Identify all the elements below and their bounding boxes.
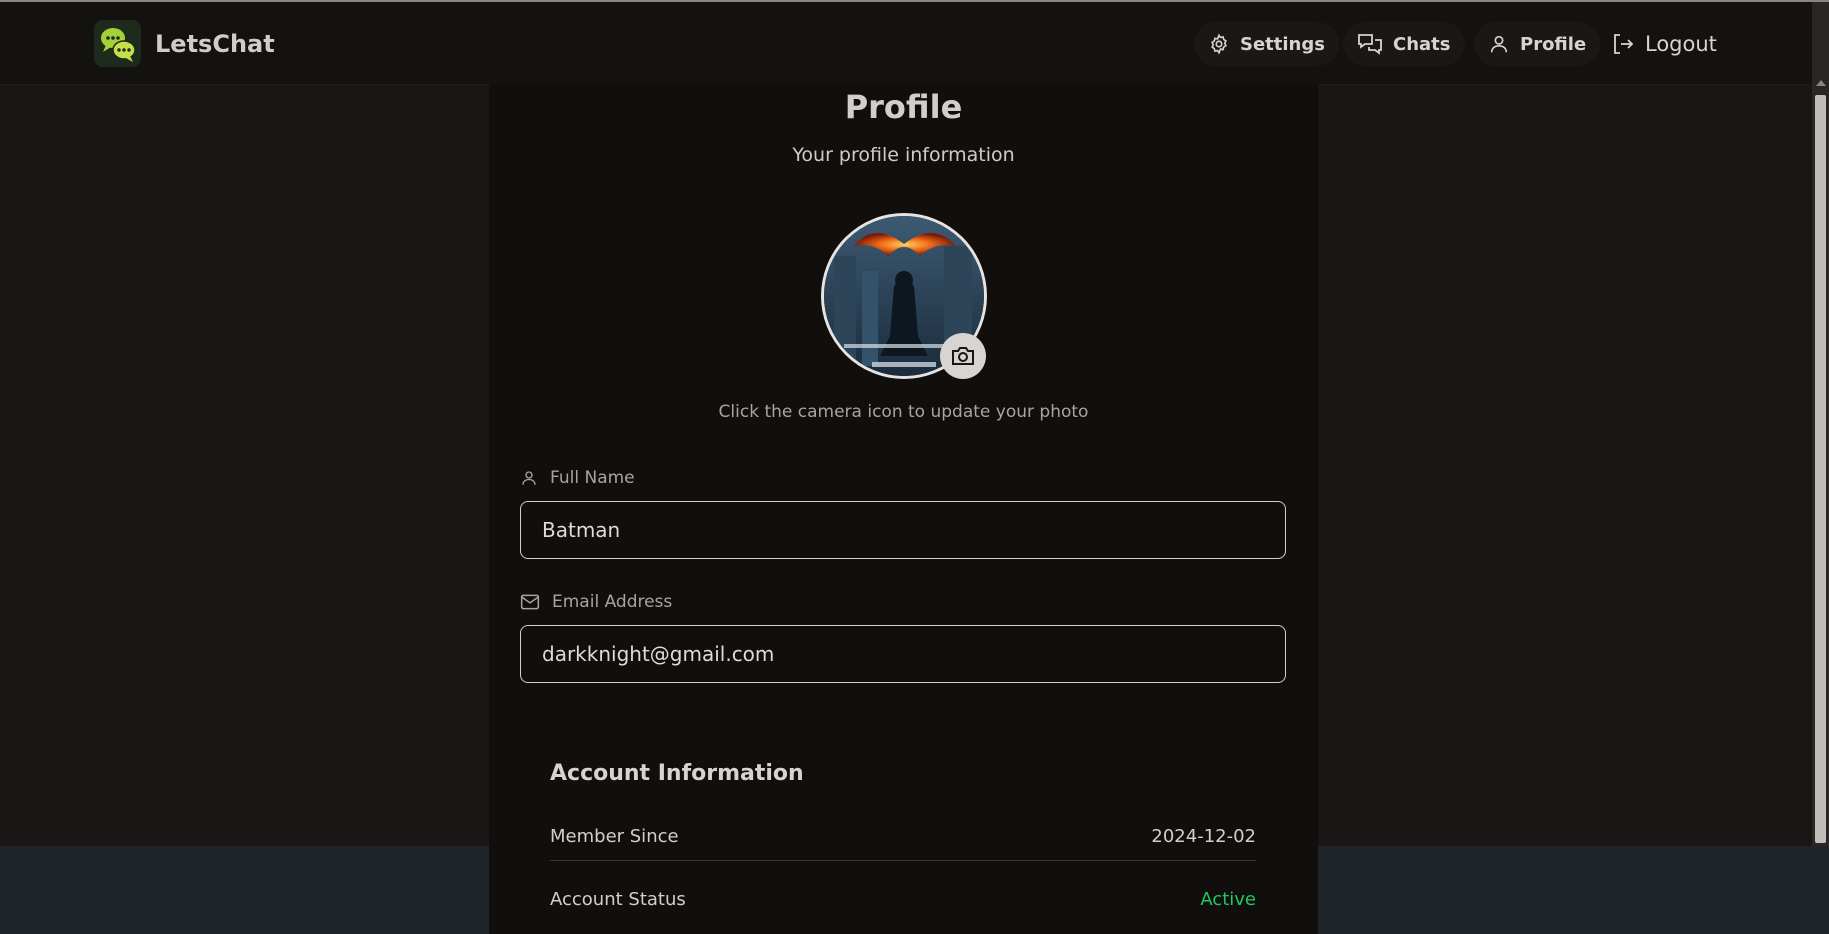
nav-settings-button[interactable]: Settings <box>1194 22 1339 66</box>
chat-icon <box>1358 34 1382 55</box>
user-icon <box>1490 35 1508 53</box>
full-name-value: Batman <box>542 518 621 542</box>
scrollbar-thumb[interactable] <box>1815 95 1826 843</box>
avatar-container <box>821 213 987 379</box>
member-since-row: Member Since 2024-12-02 <box>550 826 1256 847</box>
full-name-label: Full Name <box>520 468 635 488</box>
brand-link[interactable]: LetsChat <box>94 20 275 67</box>
scroll-up-arrow-icon[interactable] <box>1816 80 1826 86</box>
camera-icon <box>952 347 974 365</box>
account-status-value: Active <box>1200 889 1256 910</box>
account-divider <box>550 860 1256 861</box>
email-label: Email Address <box>520 592 672 612</box>
page-subtitle: Your profile information <box>792 144 1015 166</box>
nav-profile-button[interactable]: Profile <box>1474 22 1601 66</box>
mail-icon <box>520 594 540 610</box>
page-title: Profile <box>844 88 963 126</box>
email-label-text: Email Address <box>552 592 673 612</box>
email-value: darkknight@gmail.com <box>542 642 775 666</box>
full-name-field[interactable]: Batman <box>520 501 1286 559</box>
brand-name: LetsChat <box>155 29 275 58</box>
change-photo-button[interactable] <box>940 333 986 379</box>
email-field[interactable]: darkknight@gmail.com <box>520 625 1286 683</box>
user-icon <box>522 471 536 485</box>
chat-bubbles-icon <box>94 20 141 67</box>
navbar: LetsChat Settings Chats Profile Logout <box>0 2 1812 85</box>
nav-settings-label: Settings <box>1240 33 1325 55</box>
nav-profile-label: Profile <box>1520 33 1587 55</box>
account-status-label: Account Status <box>550 889 686 910</box>
full-name-label-text: Full Name <box>550 468 635 488</box>
account-status-row: Account Status Active <box>550 889 1256 910</box>
nav-logout-label: Logout <box>1645 32 1717 56</box>
gear-icon <box>1211 33 1227 55</box>
member-since-value: 2024-12-02 <box>1151 826 1256 847</box>
member-since-label: Member Since <box>550 826 679 847</box>
account-info-title: Account Information <box>550 761 804 786</box>
nav-logout-button[interactable]: Logout <box>1611 22 1717 66</box>
nav-chats-button[interactable]: Chats <box>1343 22 1465 66</box>
logout-icon <box>1614 34 1634 54</box>
camera-hint-text: Click the camera icon to update your pho… <box>718 402 1089 422</box>
nav-chats-label: Chats <box>1393 33 1451 55</box>
